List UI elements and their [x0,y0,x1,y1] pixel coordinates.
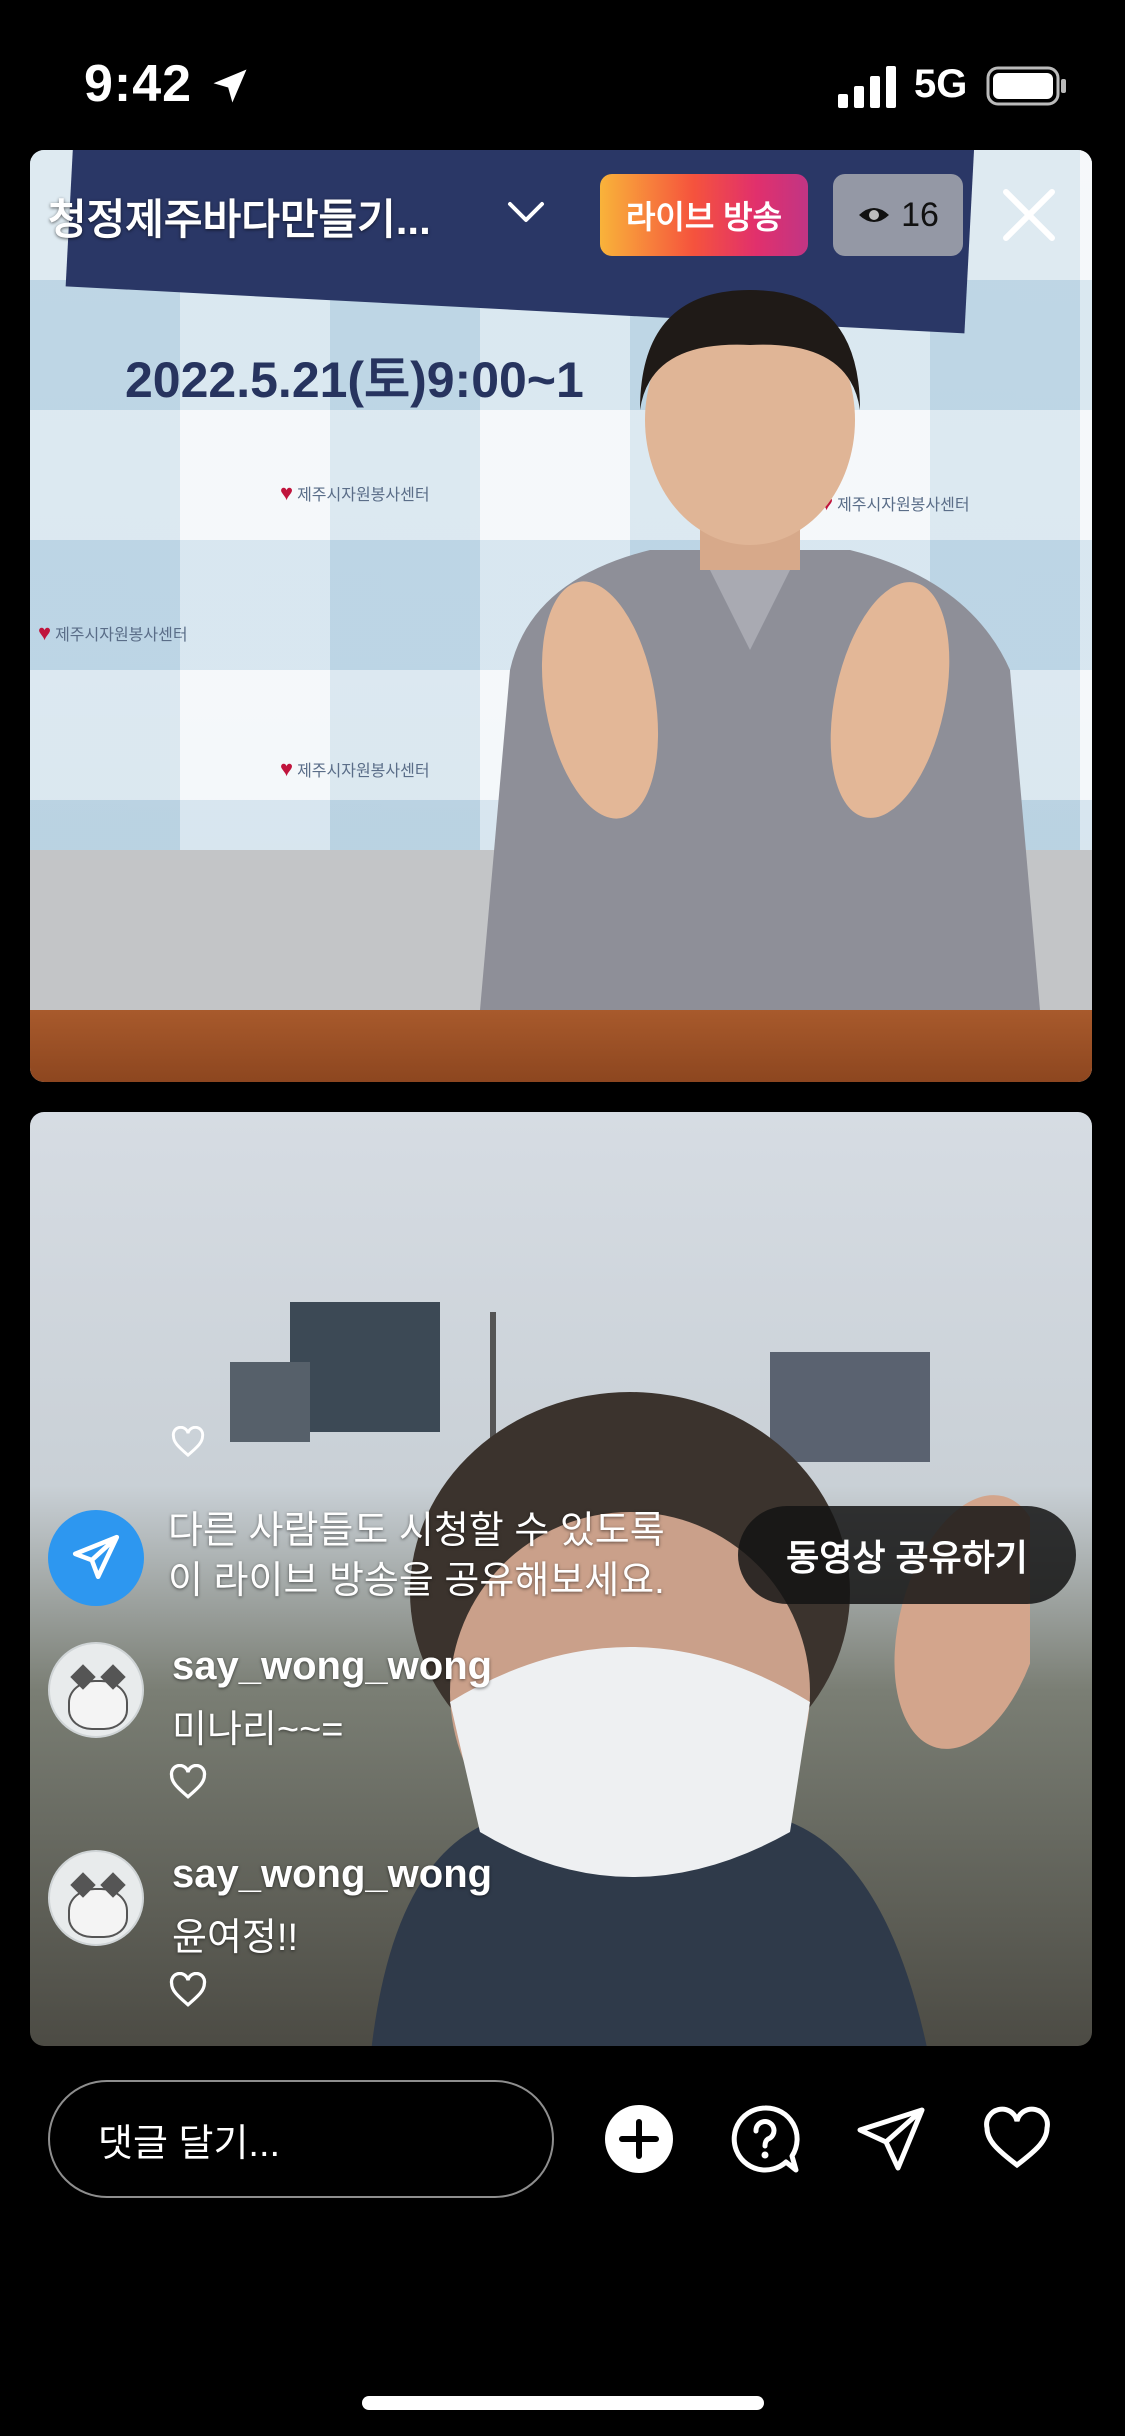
status-time: 9:42 [84,55,193,113]
live-title[interactable]: 청정제주바다만들기... [48,186,431,247]
send-icon[interactable] [856,2104,926,2174]
desk [30,1010,1092,1082]
live-badge: 라이브 방송 [600,174,808,256]
add-icon[interactable] [604,2104,674,2174]
heart-icon[interactable] [170,1426,206,1458]
comment-text: 윤여정!! [172,1917,298,1959]
host-person [480,290,1040,1010]
heart-logo: ♥제주시자원봉사센터 [38,620,188,645]
avatar[interactable] [48,1850,144,1946]
close-icon[interactable] [998,184,1060,246]
heart-logo: ♥제주시자원봉사센터 [280,756,430,781]
viewer-count: 16 [901,195,939,234]
comment-item: say_wong_wong 윤여정!! [48,1850,948,2020]
comment-username[interactable]: say_wong_wong [172,1852,492,1897]
heart-icon[interactable] [168,1972,208,2008]
network-type: 5G [914,62,968,106]
heart-icon[interactable] [168,1764,208,1800]
comment-username[interactable]: say_wong_wong [172,1644,492,1689]
share-prompt-text: 다른 사람들도 시청할 수 있도록 이 라이브 방송을 공유해보세요. [168,1510,665,1602]
share-video-button[interactable]: 동영상 공유하기 [738,1506,1076,1604]
status-bar: 9:42 5G [0,0,1125,150]
location-arrow-icon [213,69,247,103]
avatar[interactable] [48,1642,144,1738]
question-icon[interactable] [730,2104,800,2174]
home-indicator[interactable] [362,2396,764,2410]
eye-icon [859,208,890,222]
comment-text: 미나리~~= [172,1709,344,1751]
heart-icon[interactable] [982,2104,1052,2174]
viewer-count-badge[interactable]: 16 [833,174,963,256]
battery-icon [986,66,1066,106]
send-icon [72,1534,120,1580]
chevron-down-icon[interactable] [506,196,546,226]
host-video[interactable]: 2022.5.21(토)9:00~1 ♥ 제주시자원봉사센터 ♥ 제주시자원봉사센터… [30,150,1092,1082]
share-prompt: 다른 사람들도 시청할 수 있도록 이 라이브 방송을 공유해보세요. 동영상 … [48,1506,1083,1610]
comment-input[interactable]: 댓글 달기... [48,2080,554,2198]
cellular-signal-icon [838,66,896,108]
heart-logo: ♥제주시자원봉사센터 [280,480,430,505]
share-avatar [48,1510,144,1606]
comment-item: say_wong_wong 미나리~~= [48,1642,948,1812]
